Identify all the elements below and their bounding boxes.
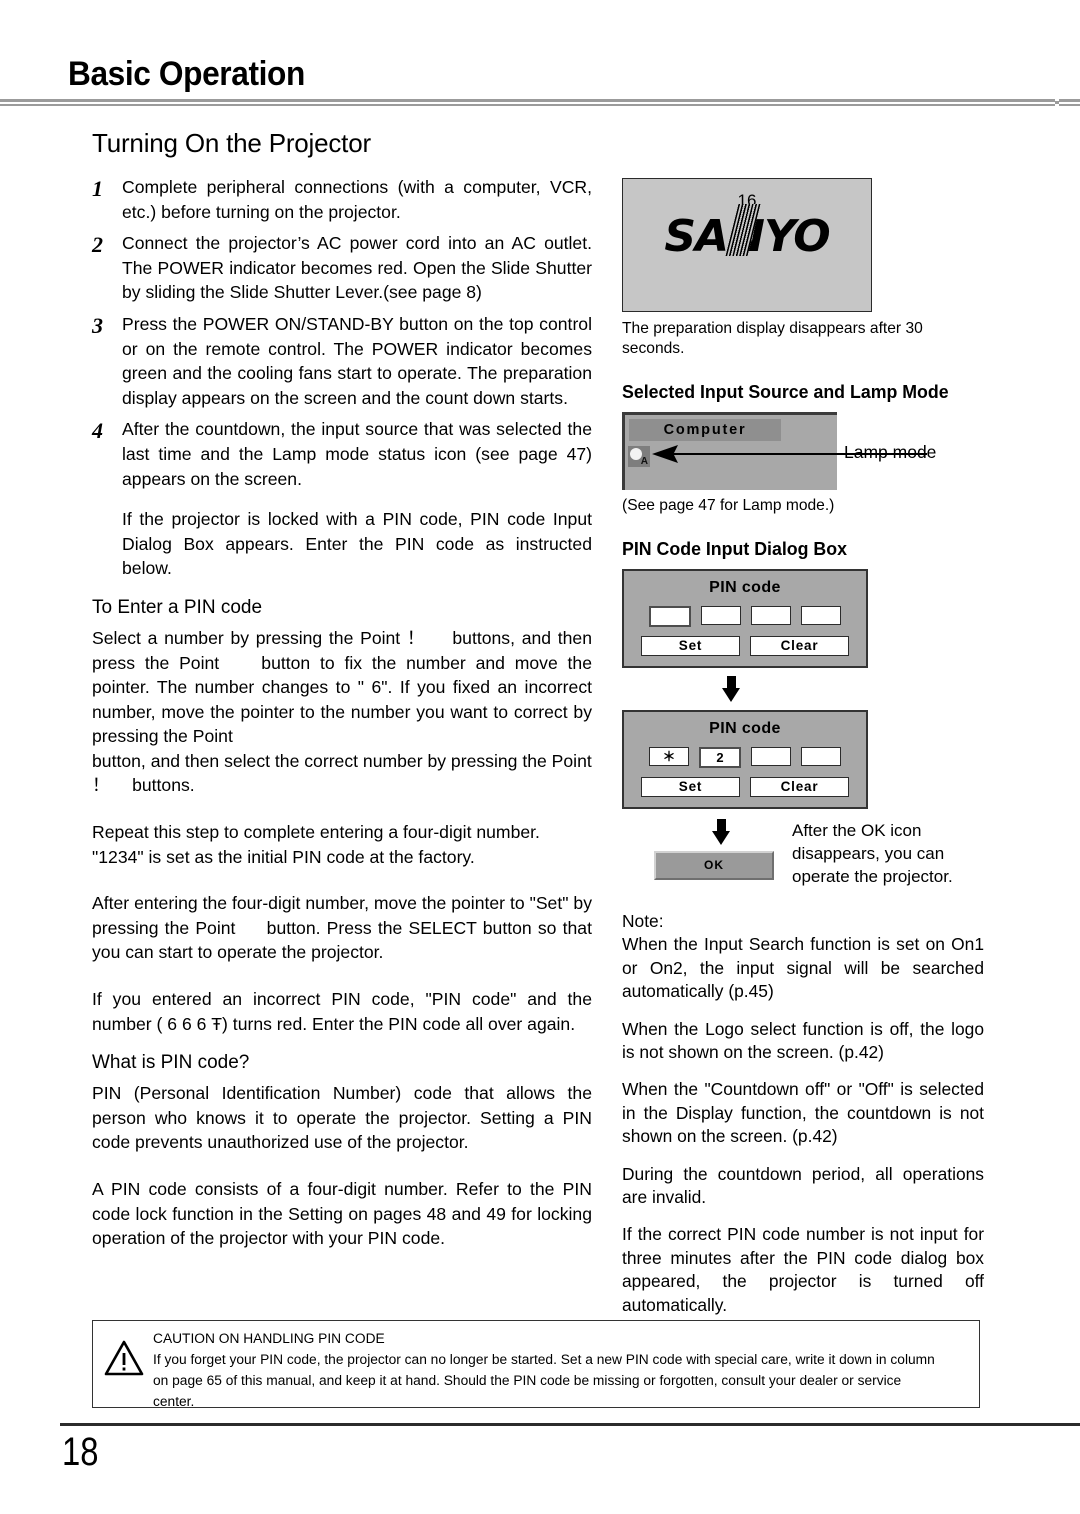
lamp-icon-letter: A: [640, 456, 648, 467]
caution-box: CAUTION ON HANDLING PIN CODE If you forg…: [92, 1320, 980, 1410]
source-name-label: Computer: [629, 419, 781, 441]
after-entering-paragraph: After entering the four-digit number, mo…: [92, 893, 592, 963]
subheading-what-is-pin: What is PIN code?: [92, 1052, 250, 1074]
pin-dialog-heading: PIN Code Input Dialog Box: [622, 538, 847, 559]
note-item: When the Input Search function is set on…: [622, 934, 984, 1002]
enter-pin-paragraph-1: Select a number by pressing the Point ！ …: [92, 627, 592, 747]
pin-dialog-title: PIN code: [709, 579, 781, 596]
pin-button-row: Set Clear: [624, 777, 866, 797]
step-number: 4: [92, 418, 103, 444]
pin-digit-row: ＊ 2: [624, 747, 866, 768]
footer-divider: [60, 1423, 1080, 1426]
step-number: 1: [92, 176, 103, 201]
set-button[interactable]: Set: [641, 777, 740, 797]
pin-digit-field[interactable]: [649, 606, 691, 627]
page-title: Basic Operation: [68, 55, 305, 93]
logo-text-yo: YO: [763, 211, 831, 262]
numbered-step: 2 Connect the projector’s AC power cord …: [92, 231, 592, 305]
pin-digit-field[interactable]: [801, 747, 841, 766]
ok-icon: OK: [654, 851, 774, 880]
note-item: When the "Countdown off" or "Off" is sel…: [622, 1079, 984, 1147]
clear-button[interactable]: Clear: [750, 777, 849, 797]
page-number: 18: [62, 1430, 99, 1474]
ok-icon-description: After the OK icon disappears, you can op…: [792, 821, 953, 886]
numbered-step: 4 After the countdown, the input source …: [92, 417, 592, 491]
subheading-enter-pin: To Enter a PIN code: [92, 596, 263, 618]
logo-text-n: N: [728, 211, 765, 262]
pin-digit-field[interactable]: [751, 747, 791, 766]
header-divider: [0, 99, 1080, 106]
down-arrow-icon: [722, 676, 740, 702]
pin-digit-field[interactable]: 2: [699, 747, 741, 768]
clear-button[interactable]: Clear: [750, 636, 849, 656]
pin-digit-field[interactable]: [751, 606, 791, 625]
pin-dialog-title: PIN code: [709, 720, 781, 737]
pin-code-dialog-empty[interactable]: PIN code Set Clear: [622, 569, 868, 668]
ok-icon-row: OK After the OK icon disappears, you can…: [622, 819, 984, 888]
numbered-step: 3 Press the POWER ON/STAND-BY button on …: [92, 312, 592, 410]
note-item: If the correct PIN code number is not in…: [622, 1224, 984, 1315]
preparation-display-caption: The preparation display disappears after…: [622, 320, 923, 357]
pin-button-row: Set Clear: [624, 636, 866, 656]
pin-code-dialog-filled[interactable]: PIN code ＊ 2 Set Clear: [622, 710, 868, 809]
caution-title: CAUTION ON HANDLING PIN CODE: [153, 1331, 385, 1347]
left-column: Turning On the Projector 1 Complete peri…: [92, 128, 592, 1251]
step-text: Press the POWER ON/STAND-BY button on th…: [122, 313, 592, 408]
source-heading: Selected Input Source and Lamp Mode: [622, 381, 949, 402]
section-heading: Turning On the Projector: [92, 128, 371, 158]
pin-digit-field[interactable]: ＊: [649, 747, 689, 766]
note-item: During the countdown period, all operati…: [622, 1163, 984, 1208]
logo-text-sa: SA: [664, 211, 729, 262]
pin-digit-row: [624, 606, 866, 627]
step-text: Connect the projector’s AC power cord in…: [122, 233, 592, 303]
set-button[interactable]: Set: [641, 636, 740, 656]
step-number: 2: [92, 232, 103, 258]
pin-locked-note: If the projector is locked with a PIN co…: [122, 509, 592, 579]
caution-text: CAUTION ON HANDLING PIN CODE If you forg…: [153, 1329, 943, 1413]
step-number: 3: [92, 312, 103, 338]
what-is-pin-paragraph-2: A PIN code consists of a four-digit numb…: [92, 1179, 592, 1249]
right-column: 16 SANYO The preparation display disappe…: [622, 178, 984, 1317]
factory-pin-paragraph: "1234" is set as the initial PIN code at…: [92, 846, 475, 867]
sanyo-logo: SANYO: [623, 213, 871, 261]
lamp-mode-icon: A: [628, 446, 650, 467]
numbered-step: 1 Complete peripheral connections (with …: [92, 175, 592, 224]
incorrect-pin-paragraph: If you entered an incorrect PIN code, "P…: [92, 989, 592, 1034]
note-item: When the Logo select function is off, th…: [622, 1018, 984, 1063]
note-label: Note:: [622, 911, 664, 931]
enter-pin-paragraph-2: button, and then select the correct numb…: [92, 750, 592, 796]
repeat-step-paragraph: Repeat this step to complete entering a …: [92, 822, 540, 843]
warning-triangle-icon: [104, 1340, 144, 1376]
down-arrow-icon: [712, 819, 730, 845]
pin-digit-field[interactable]: [801, 606, 841, 625]
lamp-mode-callout-label: Lamp mode: [844, 442, 937, 462]
what-is-pin-paragraph-1: PIN (Personal Identification Number) cod…: [92, 1083, 592, 1153]
pin-digit-field[interactable]: [701, 606, 741, 625]
caution-body: If you forget your PIN code, the project…: [153, 1352, 935, 1410]
step-text: Complete peripheral connections (with a …: [122, 177, 592, 222]
preparation-display-figure: 16 SANYO: [622, 178, 872, 312]
source-caption: (See page 47 for Lamp mode.): [622, 497, 835, 514]
selected-input-source-figure: Computer A Lamp mode: [622, 412, 984, 494]
step-text: After the countdown, the input source th…: [122, 419, 592, 489]
